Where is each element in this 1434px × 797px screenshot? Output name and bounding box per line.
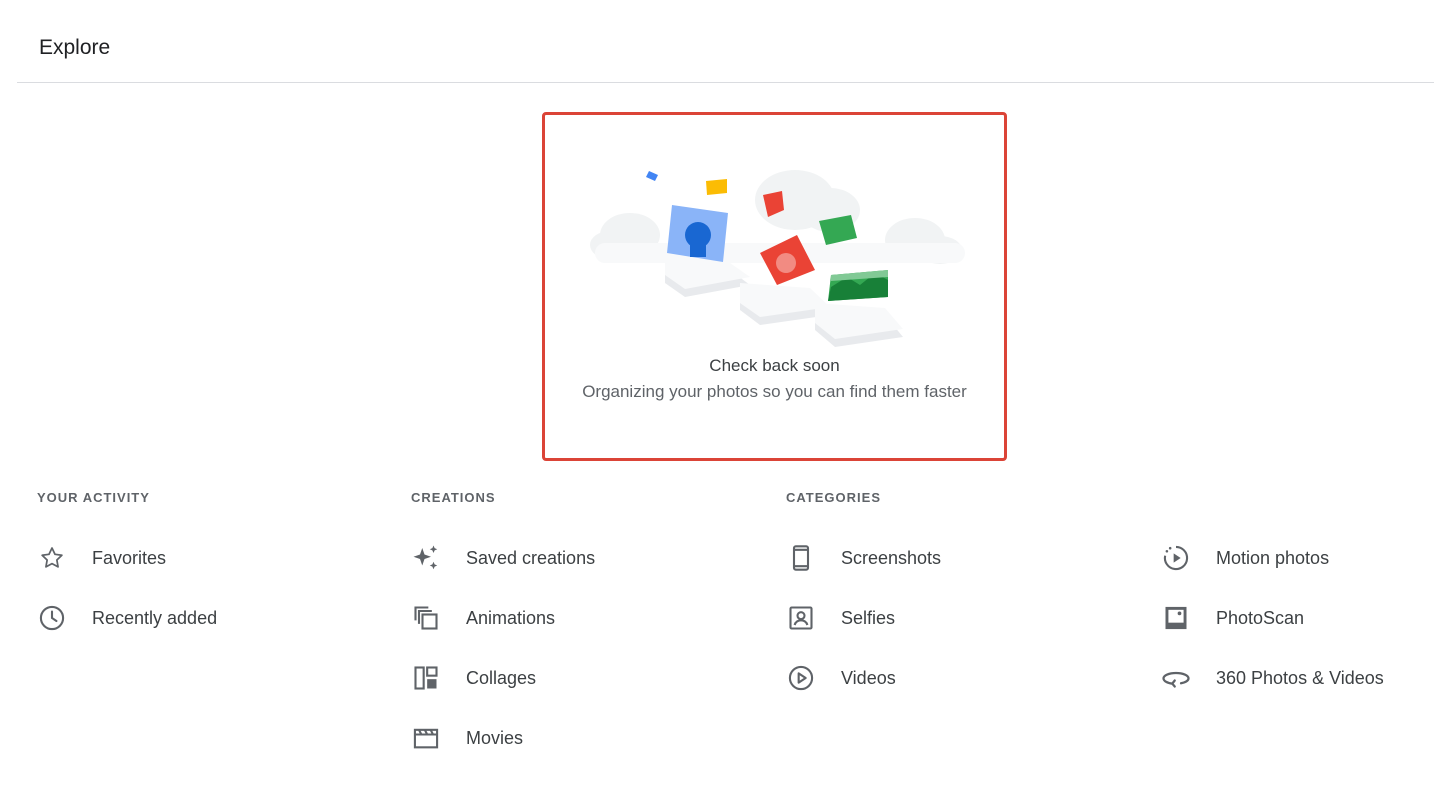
explore-item-screenshots[interactable]: Screenshots — [786, 538, 1066, 578]
empty-state-title: Check back soon — [709, 356, 840, 375]
explore-item-selfies[interactable]: Selfies — [786, 598, 1066, 638]
item-label: 360 Photos & Videos — [1216, 667, 1384, 688]
explore-page: Explore Check back soon Organizing your … — [0, 0, 1434, 797]
section-your-activity: YOUR ACTIVITY Favorites Recently added — [37, 488, 217, 631]
explore-item-videos[interactable]: Videos — [786, 658, 1066, 698]
play-circle-icon — [786, 663, 816, 693]
organizing-photos-illustration — [590, 170, 965, 347]
item-label: Selfies — [841, 607, 896, 628]
item-label: Movies — [466, 727, 524, 748]
section-heading-creations: CREATIONS — [411, 490, 496, 505]
item-label: Motion photos — [1216, 547, 1330, 568]
item-label: Videos — [841, 667, 896, 688]
explore-item-photoscan[interactable]: PhotoScan — [1161, 598, 1434, 638]
explore-item-favorites[interactable]: Favorites — [37, 538, 317, 578]
item-label: Recently added — [92, 607, 218, 628]
explore-item-saved-creations[interactable]: Saved creations — [411, 538, 691, 578]
clock-icon — [37, 603, 67, 633]
item-label: Favorites — [92, 547, 167, 568]
explore-item-movies[interactable]: Movies — [411, 718, 691, 758]
empty-state-card: Check back soon Organizing your photos s… — [542, 112, 1007, 461]
explore-item-motion-photos[interactable]: Motion photos — [1161, 538, 1434, 578]
section-creations: CREATIONS Saved creations Animations Col… — [411, 488, 595, 749]
phone-icon — [786, 543, 816, 573]
star-icon — [37, 543, 67, 573]
item-label: Saved creations — [466, 547, 596, 568]
section-heading-categories: CATEGORIES — [786, 490, 881, 505]
explore-item-360-photos-videos[interactable]: 360 Photos & Videos — [1161, 658, 1434, 698]
item-label: Animations — [466, 607, 556, 628]
item-label: PhotoScan — [1216, 607, 1305, 628]
rotate-360-icon — [1161, 663, 1191, 693]
section-heading-your-activity: YOUR ACTIVITY — [37, 490, 150, 505]
section-categories: CATEGORIES Screenshots Selfies Videos — [786, 488, 941, 691]
page-header: Explore — [17, 0, 1434, 83]
page-title: Explore — [39, 36, 111, 59]
portrait-icon — [786, 603, 816, 633]
explore-item-recently-added[interactable]: Recently added — [37, 598, 317, 638]
empty-state-subtitle: Organizing your photos so you can find t… — [582, 382, 967, 401]
collage-icon — [411, 663, 441, 693]
explore-item-animations[interactable]: Animations — [411, 598, 691, 638]
motion-photo-icon — [1161, 543, 1191, 573]
item-label: Screenshots — [841, 547, 942, 568]
item-label: Collages — [466, 667, 537, 688]
animation-icon — [411, 603, 441, 633]
explore-item-collages[interactable]: Collages — [411, 658, 691, 698]
sparkle-icon — [411, 543, 441, 573]
movie-icon — [411, 723, 441, 753]
photoscan-icon — [1161, 603, 1191, 633]
